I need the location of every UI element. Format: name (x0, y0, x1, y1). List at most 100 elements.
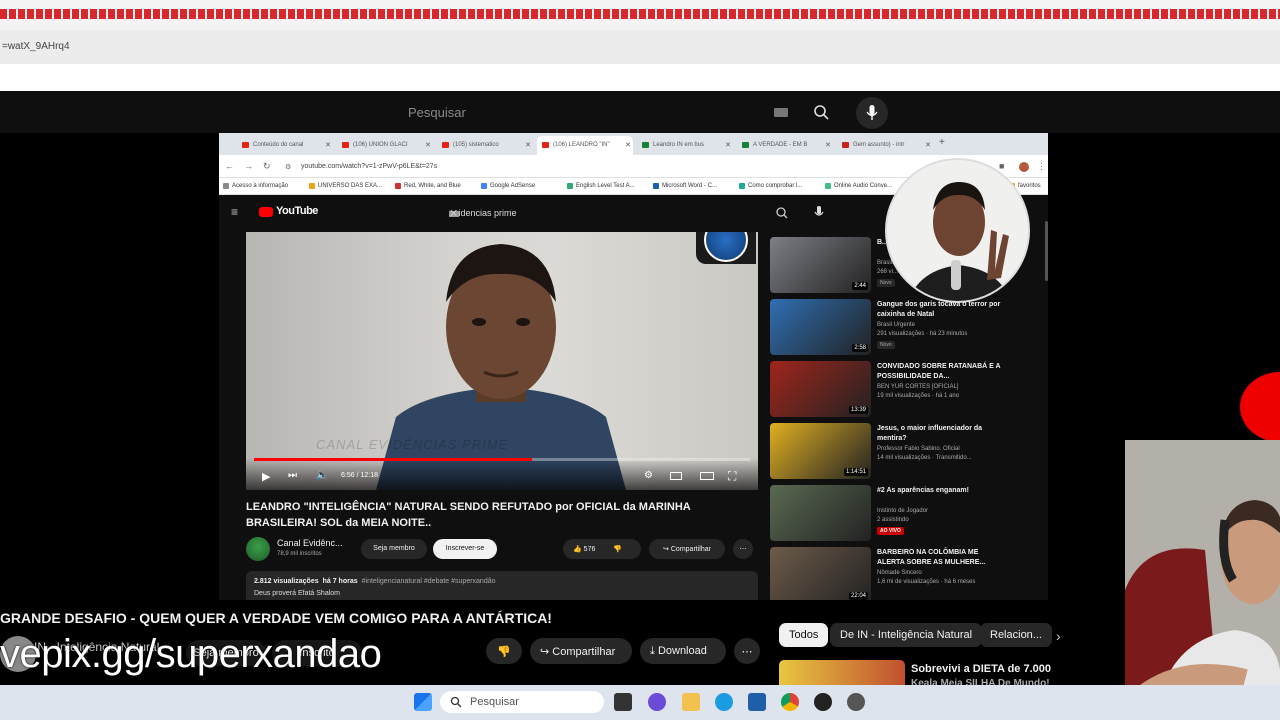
outer-recommendation-title[interactable]: Sobrevivi a DIETA de 7.000 (911, 663, 1051, 675)
taskbar-search-input[interactable]: Pesquisar (440, 691, 604, 713)
share-button[interactable]: ↪ Compartilhar (649, 539, 725, 559)
filter-chip[interactable]: Todos (779, 623, 829, 647)
settings-icon[interactable]: ⚙ (644, 470, 653, 481)
bookmark-item[interactable]: Como comprobar l... (739, 183, 802, 189)
close-icon[interactable]: ✕ (425, 141, 431, 149)
hashtags[interactable]: #inteligencianatural #debate #superxandã… (362, 578, 496, 585)
recommendation-item[interactable]: #2 As aparências enganam! Instinto de Jog… (770, 485, 1048, 543)
dislike-icon[interactable]: 👎 (613, 546, 622, 553)
close-icon[interactable]: ✕ (625, 141, 631, 149)
search-input[interactable]: Pesquisar (394, 97, 800, 127)
description-box[interactable]: 2.812 visualizações há 7 horas #inteligenc… (246, 571, 758, 600)
store-icon[interactable] (748, 693, 766, 711)
outer-recommendation-thumbnail[interactable] (779, 660, 905, 686)
recommendation-item[interactable]: 2:58 Gangue dos garis tocava o terror por… (770, 299, 1048, 357)
youtube-logo-icon[interactable] (259, 207, 273, 217)
microphone-icon[interactable] (811, 202, 827, 224)
channel-subscribers: 78,9 mil inscritos (277, 551, 322, 557)
video-duration: 2:44 (852, 282, 868, 290)
inner-tab[interactable]: Gem assunto) - intr ✕ (837, 136, 933, 155)
recommendation-thumbnail[interactable]: 2:44 (770, 237, 871, 293)
video-player[interactable]: CANAL EVIDÊNCIAS PRIME ▶ ⏭ 🔈 6:56 / 12:1… (246, 232, 758, 490)
clear-icon[interactable]: ✕ (449, 207, 761, 220)
outer-share-button[interactable]: ↪ Compartilhar (530, 638, 632, 664)
voice-search-button[interactable] (856, 97, 888, 129)
hamburger-icon[interactable]: ≡ (231, 205, 238, 219)
close-icon[interactable]: ✕ (825, 141, 831, 149)
file-explorer-icon[interactable] (682, 693, 700, 711)
play-icon[interactable]: ▶ (262, 470, 270, 483)
close-icon[interactable]: ✕ (725, 141, 731, 149)
recommendation-channel: Nômade Sincero (877, 570, 922, 576)
menu-icon[interactable]: ⋮ (1037, 161, 1046, 172)
extension-icon[interactable]: ■ (999, 161, 1004, 171)
recommendation-item[interactable]: 1:14:51 Jesus, o maior influenciador da m… (770, 423, 1048, 481)
bookmark-item[interactable]: Microsoft Word - C... (653, 183, 717, 189)
search-button[interactable] (800, 97, 842, 127)
outer-more-icon[interactable]: ⋯ (734, 638, 760, 664)
inner-search-input[interactable]: evidencias prime ✕ (433, 203, 765, 225)
profile-avatar[interactable] (1019, 162, 1029, 172)
fullscreen-icon[interactable]: ⛶ (728, 469, 736, 484)
reload-icon[interactable]: ↻ (263, 161, 271, 172)
close-icon[interactable]: ✕ (525, 141, 531, 149)
site-info-icon[interactable]: ⚙ (285, 163, 291, 171)
theater-icon[interactable] (700, 472, 714, 480)
chrome-icon[interactable] (781, 693, 799, 711)
filter-chip[interactable]: Relacion... (980, 623, 1052, 647)
miniplayer-icon[interactable] (670, 472, 682, 480)
bookmark-item[interactable]: UNIVERSO DAS EXA... (309, 183, 382, 189)
volume-icon[interactable]: 🔈 (316, 470, 328, 481)
inner-tab[interactable]: (106) LEANDRO "IN" ✕ (537, 136, 633, 155)
close-icon[interactable]: ✕ (325, 141, 331, 149)
inner-scrollbar[interactable] (1045, 221, 1048, 281)
subscribe-button[interactable]: Inscrever-se (433, 539, 497, 559)
inner-tab[interactable]: Conteúdo do canal ✕ (237, 136, 333, 155)
keyboard-icon[interactable] (774, 108, 788, 117)
search-icon[interactable] (771, 203, 795, 223)
inner-tab[interactable]: Leandro IN em bus ✕ (637, 136, 733, 155)
chat-icon[interactable] (648, 693, 666, 711)
back-icon[interactable]: ← (225, 161, 234, 171)
edge-icon[interactable] (715, 693, 733, 711)
filter-chip[interactable]: De IN - Inteligência Natural (830, 623, 983, 647)
windows-start-icon[interactable] (414, 693, 432, 711)
video-progress-fill (254, 458, 532, 461)
like-dislike-group[interactable]: 👍 576 👎 (563, 539, 641, 559)
close-icon[interactable]: ✕ (925, 141, 931, 149)
outer-tab-strip (0, 0, 1280, 30)
bookmark-item[interactable]: Acesso à informação (223, 183, 288, 189)
inner-tab[interactable]: A VERDADE - EM B ✕ (737, 136, 833, 155)
bookmark-item[interactable]: Online Audio Conve... (825, 183, 892, 189)
recommendation-thumbnail[interactable]: 2:58 (770, 299, 871, 355)
inner-tab-bar: Conteúdo do canal ✕ (106) UNION GLACI ✕ (105… (219, 133, 1048, 155)
new-tab-icon[interactable]: + (939, 137, 945, 148)
recommendation-thumbnail[interactable] (770, 485, 871, 541)
recommendation-item[interactable]: 13:39 CONVIDADO SOBRE RATANABÁ E A POSSIB… (770, 361, 1048, 419)
recommendation-thumbnail[interactable]: 22:04 (770, 547, 871, 600)
bookmark-item[interactable]: Google AdSense (481, 183, 535, 189)
recommendation-thumbnail[interactable]: 1:14:51 (770, 423, 871, 479)
bookmark-favicon-icon (825, 183, 831, 189)
more-actions-icon[interactable]: ⋯ (733, 539, 753, 559)
bookmark-item[interactable]: Red, White, and Blue (395, 183, 461, 189)
inner-tab[interactable]: (105) sistematico ✕ (437, 136, 533, 155)
task-view-icon[interactable] (614, 693, 632, 711)
inner-tab[interactable]: (106) UNION GLACI ✕ (337, 136, 433, 155)
obs-icon[interactable] (814, 693, 832, 711)
join-button[interactable]: Seja membro (361, 539, 427, 559)
forward-icon[interactable]: → (244, 161, 253, 171)
channel-avatar[interactable] (246, 537, 270, 561)
next-icon[interactable]: ⏭ (288, 470, 297, 481)
outer-address-bar[interactable]: =watX_9AHrq4 (0, 30, 1280, 64)
like-icon[interactable]: 👍 (573, 546, 582, 553)
chevron-right-icon[interactable]: › (1056, 628, 1061, 644)
settings-icon[interactable] (847, 693, 865, 711)
recommendation-thumbnail[interactable]: 13:39 (770, 361, 871, 417)
outer-dislike-icon[interactable]: 👎 (486, 638, 522, 664)
channel-name[interactable]: Canal Evidênc... (277, 538, 343, 548)
outer-download-button[interactable]: ⤓ Download (640, 638, 726, 664)
bookmark-item[interactable]: English Level Test A... (567, 183, 635, 189)
recommendation-item[interactable]: 22:04 BARBEIRO NA COLÔMBIA ME ALERTA SOBR… (770, 547, 1048, 600)
video-progress-bar[interactable] (254, 458, 750, 461)
